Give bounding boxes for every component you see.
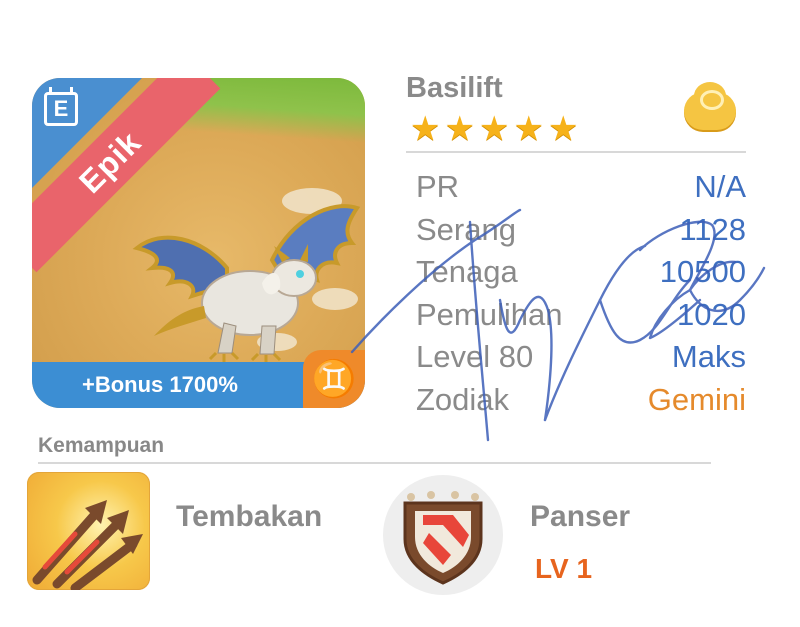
stat-row-pr: PR N/A (416, 166, 746, 209)
bonus-text: +Bonus 1700% (82, 372, 238, 397)
star-icon: ★ (478, 110, 510, 148)
star-icon: ★ (513, 110, 544, 148)
stat-value: Maks (671, 339, 746, 375)
stat-row-level: Level 80 Maks (416, 336, 746, 379)
cloud-coin-icon[interactable] (684, 82, 736, 130)
stat-row-zodiak: Zodiak Gemini (416, 379, 746, 422)
stat-label: PR (416, 169, 460, 205)
stat-label: Zodiak (416, 381, 510, 417)
dragon-image (132, 204, 361, 363)
star-icon: ★ (547, 110, 579, 148)
stat-value: Gemini (647, 381, 746, 417)
stat-label: Pemulihan (416, 296, 563, 332)
divider (406, 151, 746, 153)
stat-label: Level 80 (416, 339, 534, 375)
stat-value: 10500 (659, 254, 746, 290)
ability-name-tembakan: Tembakan (176, 500, 323, 533)
ability-level: LV 1 (535, 553, 593, 584)
star-icon: ★ (410, 110, 441, 148)
star-icon: ★ (444, 110, 475, 148)
stat-label: Serang (416, 211, 516, 247)
stat-row-serang: Serang 1128 (416, 209, 746, 252)
divider (38, 462, 711, 464)
monster-name: Basilift (406, 72, 503, 104)
stat-value: N/A (694, 169, 746, 205)
arrows-icon[interactable] (27, 472, 150, 590)
shield-icon[interactable] (383, 475, 503, 595)
abilities-section-title: Kemampuan (38, 434, 165, 457)
stat-row-tenaga: Tenaga 10500 (416, 251, 746, 294)
gemini-zodiac-icon[interactable]: ♊ (303, 350, 365, 408)
star-rating: ★ ★ ★ ★ ★ (410, 112, 578, 146)
stat-label: Tenaga (416, 254, 518, 290)
stat-value: 1020 (677, 296, 746, 332)
calendar-e-icon: E (44, 87, 78, 126)
monster-card: Epik E +Bonus 1700% ♊ (32, 78, 365, 408)
stat-row-pemulihan: Pemulihan 1020 (416, 294, 746, 337)
stats-table: PR N/A Serang 1128 Tenaga 10500 Pemuliha… (416, 166, 746, 421)
ability-name-panser: Panser (530, 500, 631, 533)
stat-value: 1128 (679, 211, 746, 247)
